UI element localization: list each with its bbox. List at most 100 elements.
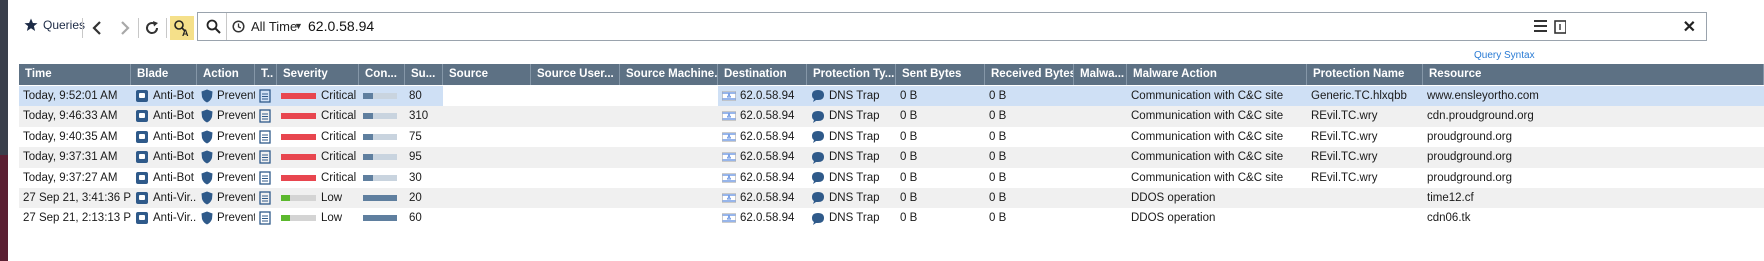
column-header-protection-type[interactable]: Protection Ty... [807,64,896,85]
table-row[interactable]: Today, 9:37:27 AM Anti-Bot Prevent Critical… [19,167,1764,189]
action-value: Prevent [217,130,255,143]
protection-type-cell: DNS Trap [807,208,896,228]
time-cell: Today, 9:52:01 AM [19,86,131,106]
refresh-button[interactable] [141,17,163,39]
time-cell: Today, 9:37:27 AM [19,168,131,188]
search-bar[interactable]: All Time ▼ 62.0.58.94 ✕ [197,12,1707,41]
resource-cell: cdn06.tk [1423,208,1764,228]
blade-cell: Anti-Bot [131,147,197,167]
malware-action-value: Communication with C&C site [1131,110,1284,123]
shield-icon [201,130,213,144]
protection-type-value: DNS Trap [829,192,880,204]
resource-value: proudground.org [1427,171,1513,184]
table-row[interactable]: Today, 9:40:35 AM Anti-Bot Prevent Critical… [19,126,1764,148]
type-cell [255,147,277,167]
log-details-icon [259,211,271,226]
back-button[interactable] [86,17,108,39]
suppressed-cell: 310 [405,106,443,126]
severity-cell: Critical [277,86,359,106]
table-row[interactable]: Today, 9:37:31 AM Anti-Bot Prevent Critical… [19,147,1764,168]
confidence-bar [363,92,397,99]
action-cell: Prevent [197,147,255,167]
action-value: Prevent [217,192,255,204]
chat-bubble-icon [812,110,824,123]
column-header-destination[interactable]: Destination [718,64,807,85]
shield-icon [201,171,213,185]
table-row[interactable]: Today, 9:52:01 AM Anti-Bot Prevent Critical… [19,86,1764,107]
resource-value: proudground.org [1427,130,1513,143]
column-header-source-machine[interactable]: Source Machine... [620,64,718,85]
protection-type-value: DNS Trap [829,212,880,225]
column-header-time[interactable]: Time [19,64,131,85]
time-value: 27 Sep 21, 2:13:13 PM [23,212,131,225]
column-header-source-user[interactable]: Source User... [531,64,620,85]
israel-flag-icon [722,132,736,142]
search-input[interactable]: 62.0.58.94 [308,18,374,34]
table-row[interactable]: 27 Sep 21, 3:41:36 PM Anti-Vir... Prevent L… [19,188,1764,209]
severity-bar [281,92,316,99]
time-value: 27 Sep 21, 3:41:36 PM [23,192,131,204]
table-row[interactable]: 27 Sep 21, 2:13:13 PM Anti-Vir... Prevent L… [19,208,1764,229]
column-header-action[interactable]: Action [197,64,255,85]
resource-cell: cdn.proudground.org [1423,106,1764,126]
sent-bytes-cell: 0 B [896,106,985,126]
column-header-confidence[interactable]: Con... [359,64,405,85]
malware-action-cell: DDOS operation [1127,208,1307,228]
chat-bubble-icon [812,151,824,164]
query-options-button[interactable]: A [170,16,194,40]
column-header-type[interactable]: T.. [255,64,277,85]
blade-value: Anti-Bot [153,171,194,184]
chevron-down-icon[interactable]: ▼ [294,21,303,31]
destination-value: 62.0.58.94 [740,130,795,143]
column-header-severity[interactable]: Severity [277,64,359,85]
sent-bytes-value: 0 B [900,110,918,123]
column-header-suppressed[interactable]: Su... [405,64,443,85]
log-details-icon [259,150,271,164]
action-cell: Prevent [197,86,255,106]
forward-button[interactable] [114,17,136,39]
severity-cell: Critical [277,147,359,167]
time-cell: Today, 9:40:35 AM [19,127,131,147]
received-bytes-value: 0 B [989,90,1007,102]
malware-cell [1074,208,1127,228]
toolbar: Queries A All Time ▼ 62.0.58.94 ✕ Query … [16,8,1764,61]
time-range-dropdown[interactable]: All Time [251,19,297,34]
action-value: Prevent [217,212,255,225]
column-header-source[interactable]: Source [443,64,531,85]
table-row[interactable]: Today, 9:46:33 AM Anti-Bot Prevent Critical… [19,106,1764,127]
confidence-cell [359,147,405,167]
blade-value: Anti-Vir... [153,212,197,225]
time-value: Today, 9:46:33 AM [23,110,118,123]
sent-bytes-cell: 0 B [896,127,985,147]
query-syntax-link[interactable]: Query Syntax [1474,50,1535,61]
protection-name-cell [1307,208,1423,228]
protection-name-cell: REvil.TC.wry [1307,168,1423,188]
sent-bytes-value: 0 B [900,90,918,102]
close-icon[interactable]: ✕ [1683,17,1696,37]
blade-cell: Anti-Bot [131,168,197,188]
column-header-malware-action[interactable]: Malware Action [1127,64,1307,85]
column-header-malware[interactable]: Malwa... [1074,64,1127,85]
resource-value: time12.cf [1427,192,1474,204]
destination-cell: 62.0.58.94 [718,168,807,188]
malware-action-cell: Communication with C&C site [1127,106,1307,126]
queries-button[interactable]: Queries [24,18,85,32]
israel-flag-icon [722,172,736,183]
malware-action-cell: Communication with C&C site [1127,147,1307,167]
add-panel-button[interactable] [1554,20,1567,37]
resource-cell: proudground.org [1423,127,1764,147]
suppressed-value: 80 [409,90,422,102]
protection-name-value: REvil.TC.wry [1311,151,1378,164]
menu-button[interactable] [1534,20,1548,35]
refresh-icon [146,21,159,34]
confidence-cell [359,127,405,147]
suppressed-cell: 75 [405,127,443,147]
column-header-resource[interactable]: Resource [1423,64,1764,85]
israel-flag-icon [722,193,736,203]
column-header-received-bytes[interactable]: Received Bytes [985,64,1074,85]
column-header-blade[interactable]: Blade [131,64,197,85]
column-header-protection-name[interactable]: Protection Name [1307,64,1423,85]
column-header-sent-bytes[interactable]: Sent Bytes [896,64,985,85]
blade-value: Anti-Bot [153,130,194,143]
type-cell [255,188,277,208]
